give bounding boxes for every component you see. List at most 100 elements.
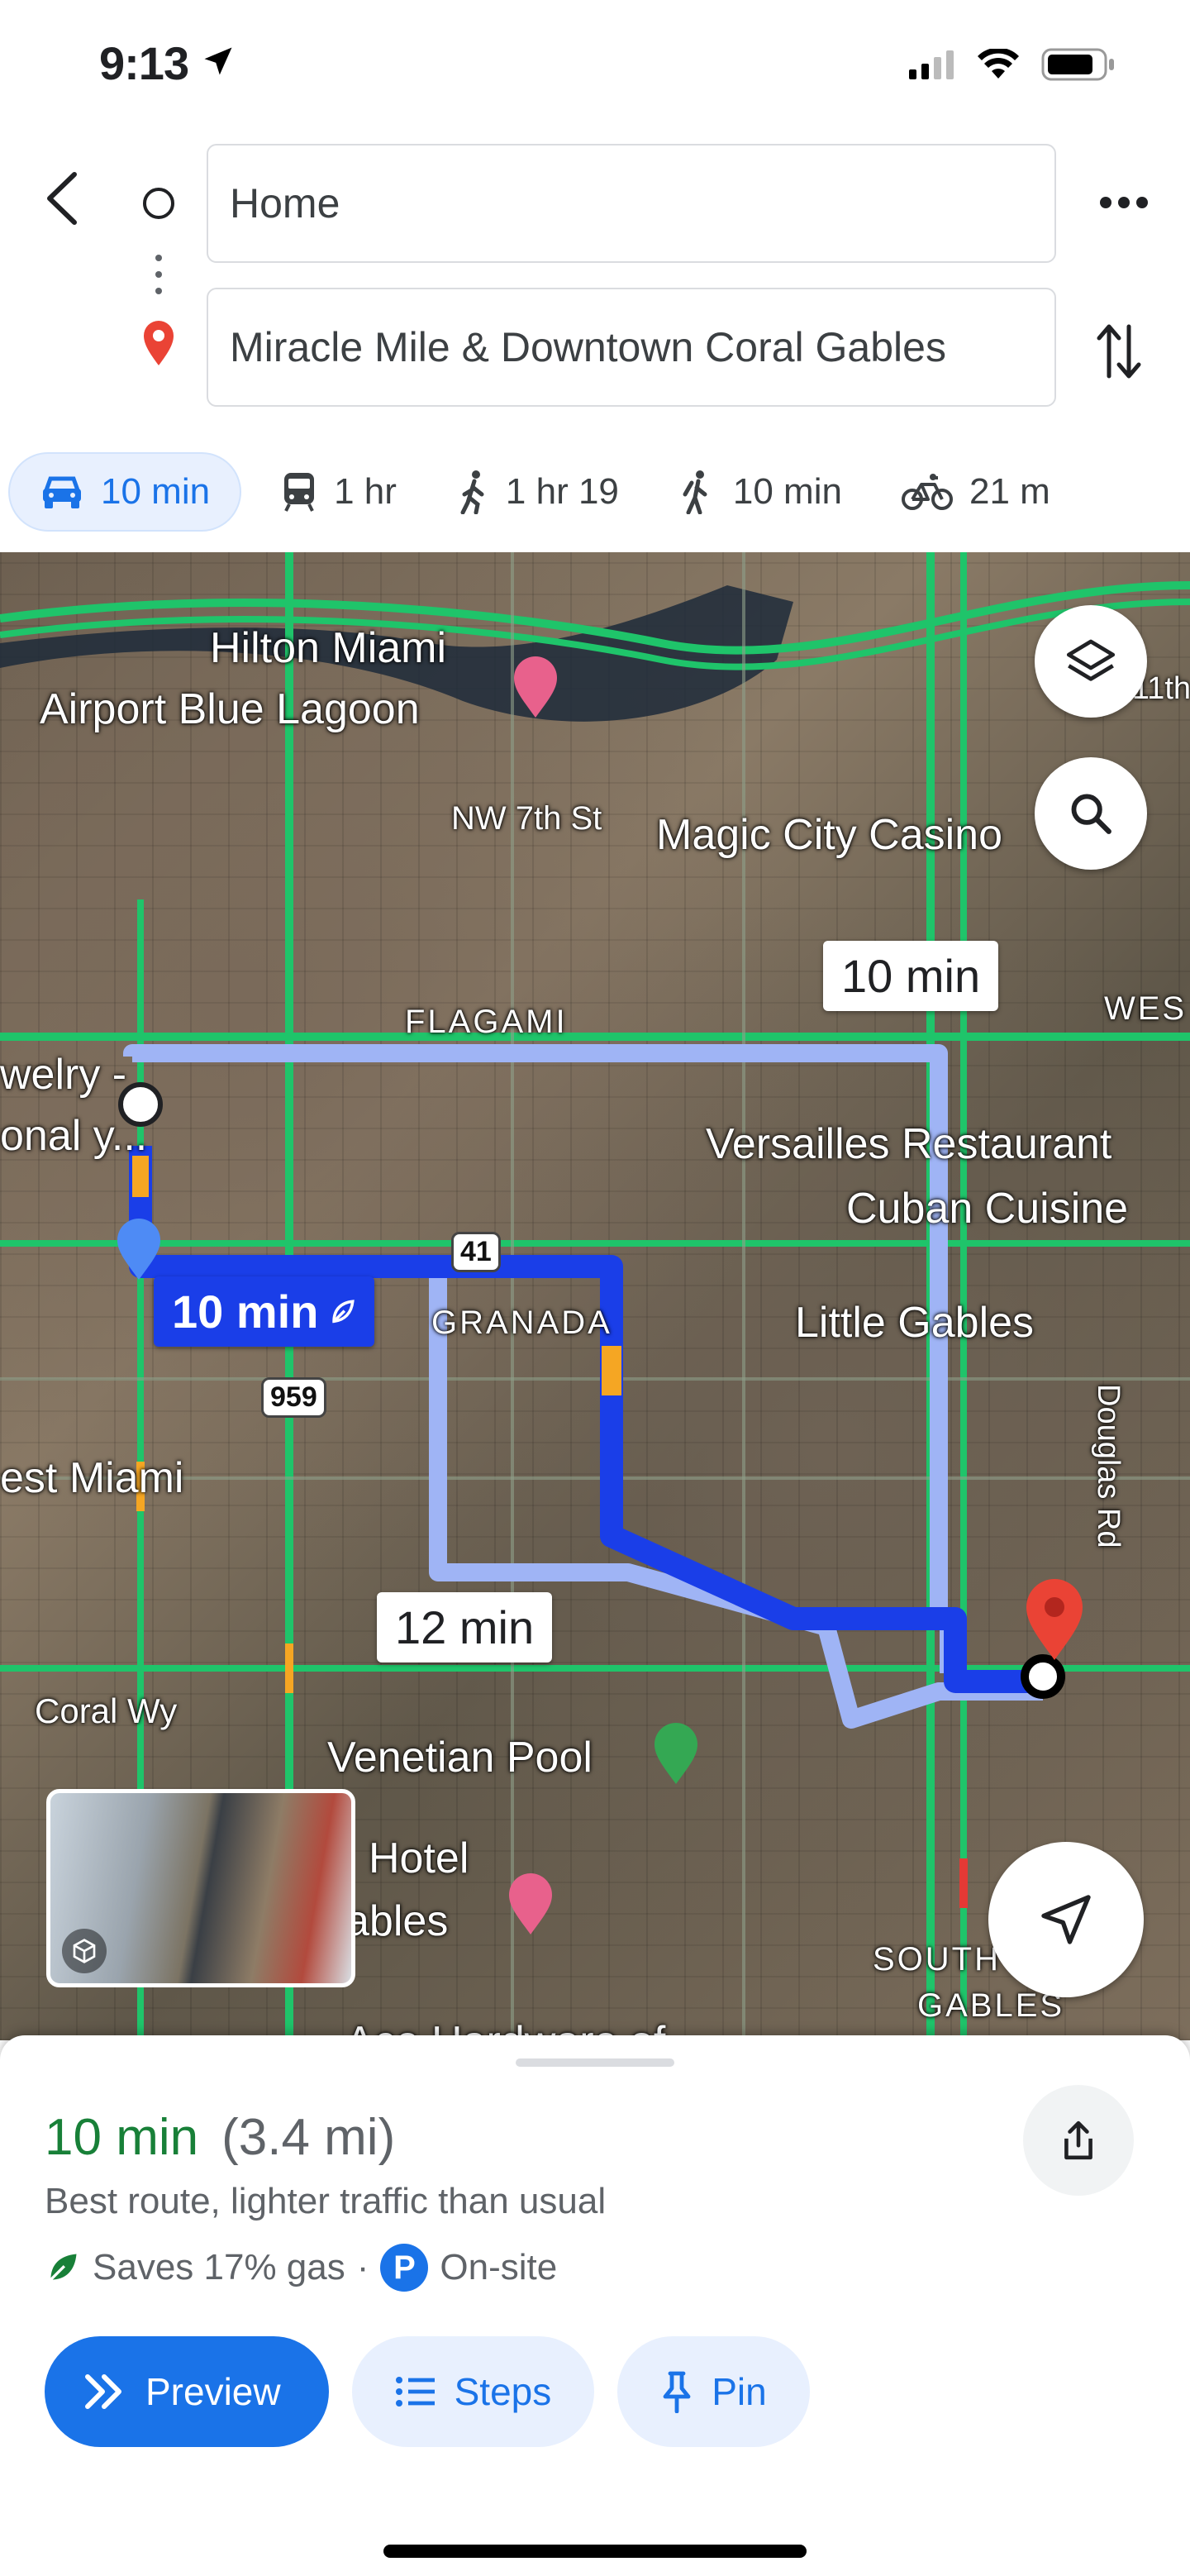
swap-route-button[interactable] <box>1086 314 1152 389</box>
tab-walk[interactable]: 1 hr 19 <box>436 452 639 532</box>
eta-distance: (3.4 mi) <box>221 2109 396 2166</box>
park-pin-icon <box>654 1723 697 1784</box>
street-view-thumbnail[interactable] <box>46 1789 355 1987</box>
highway-shield: 41 <box>451 1232 501 1272</box>
route-connector <box>140 182 177 384</box>
preview-button[interactable]: Preview <box>45 2336 329 2447</box>
search-along-route-button[interactable] <box>1035 757 1147 870</box>
share-icon <box>1064 2120 1092 2160</box>
back-button[interactable] <box>36 165 86 231</box>
destination-field[interactable]: Miracle Mile & Downtown Coral Gables <box>207 288 1056 407</box>
tab-walk-label: 1 hr 19 <box>505 471 619 512</box>
highway-number: 41 <box>460 1236 492 1267</box>
alt-route-time: 12 min <box>395 1601 535 1653</box>
steps-button[interactable]: Steps <box>351 2336 595 2447</box>
battery-icon <box>1041 48 1116 85</box>
origin-value: Home <box>230 180 340 227</box>
chevron-left-icon <box>47 172 77 225</box>
car-icon <box>40 474 84 510</box>
swap-vertical-icon <box>1097 324 1141 379</box>
alt-route-time: 10 min <box>841 950 981 1002</box>
more-options-button[interactable] <box>1091 174 1157 231</box>
eco-leaf-icon <box>332 1299 355 1323</box>
destination-pin-icon <box>1026 1579 1083 1660</box>
street-label: Coral Wy <box>35 1691 178 1730</box>
street-view-cube-icon <box>62 1929 107 1973</box>
poi-label[interactable]: Venetian Pool <box>327 1733 593 1782</box>
pin-icon <box>663 2371 691 2413</box>
poi-label[interactable]: onal y... <box>0 1111 147 1161</box>
status-indicators <box>909 47 1116 85</box>
destination-pin-icon <box>144 321 174 365</box>
hotel-pin-icon-2 <box>509 1873 552 1934</box>
neighborhood-label: Little Gables <box>795 1299 1035 1347</box>
separator: · <box>356 2247 369 2287</box>
poi-label[interactable]: ables <box>345 1896 448 1946</box>
layers-button[interactable] <box>1035 605 1147 718</box>
eta-summary: 10 min (3.4 mi) <box>45 2108 395 2167</box>
poi-label[interactable]: welry - <box>0 1050 126 1100</box>
status-bar: 9:13 <box>0 0 1190 132</box>
route-extras: Saves 17% gas · P On-site <box>45 2244 557 2292</box>
street-label: NW 7th St <box>451 800 602 837</box>
location-arrow-icon <box>200 36 236 90</box>
tab-drive[interactable]: 10 min <box>8 452 242 532</box>
neighborhood-label: GRANADA <box>431 1305 612 1341</box>
double-chevron-right-icon <box>85 2374 121 2409</box>
tab-transit[interactable]: 1 hr <box>261 452 416 532</box>
poi-label[interactable]: Hotel <box>369 1834 469 1883</box>
primary-route-bubble[interactable]: 10 min <box>154 1276 375 1347</box>
transit-icon <box>281 471 317 513</box>
tab-bike-label: 21 m <box>969 471 1050 512</box>
map-view[interactable]: Hilton Miami Airport Blue Lagoon NW 7th … <box>0 552 1190 2040</box>
eta-time: 10 min <box>45 2109 199 2166</box>
sheet-drag-handle[interactable] <box>516 2058 674 2067</box>
status-time: 9:13 <box>99 37 189 89</box>
navigation-arrow-icon <box>1041 1895 1091 1944</box>
travel-mode-tabs: 10 min 1 hr 1 hr 19 10 min 21 m <box>0 446 1190 537</box>
cellular-signal-icon <box>909 50 955 83</box>
home-indicator <box>383 2545 807 2558</box>
bike-icon <box>901 473 953 511</box>
pin-label: Pin <box>712 2370 767 2413</box>
poi-label[interactable]: Hilton Miami <box>210 623 446 673</box>
route-actions: Preview Steps Pin <box>45 2336 810 2447</box>
gas-savings: Saves 17% gas <box>93 2247 345 2287</box>
recenter-button[interactable] <box>988 1842 1144 1997</box>
steps-label: Steps <box>454 2370 552 2413</box>
alt-route-bubble[interactable]: 12 min <box>377 1592 553 1662</box>
poi-label[interactable]: Airport Blue Lagoon <box>40 685 420 734</box>
alt-route-bubble[interactable]: 10 min <box>823 941 999 1011</box>
neighborhood-label: FLAGAMI <box>405 1004 568 1040</box>
neighborhood-label: WES <box>1104 990 1188 1027</box>
more-horizontal-icon <box>1100 197 1148 208</box>
share-button[interactable] <box>1023 2085 1134 2196</box>
rideshare-icon <box>678 470 716 514</box>
street-label: Douglas Rd <box>1091 1384 1126 1548</box>
highway-shield: 959 <box>261 1377 326 1418</box>
status-time-group: 9:13 <box>99 36 236 90</box>
primary-route-time: 10 min <box>172 1286 319 1338</box>
tab-bike[interactable]: 21 m <box>882 452 1070 532</box>
poi-label[interactable]: Cuban Cuisine <box>846 1184 1128 1233</box>
tab-rideshare[interactable]: 10 min <box>659 452 862 532</box>
eco-leaf-icon <box>50 2254 77 2281</box>
pin-button[interactable]: Pin <box>617 2336 810 2447</box>
destination-value: Miracle Mile & Downtown Coral Gables <box>230 324 946 370</box>
preview-label: Preview <box>145 2370 281 2413</box>
layers-icon <box>1066 639 1116 681</box>
wifi-icon <box>977 47 1020 84</box>
walk-icon <box>456 470 489 514</box>
list-icon <box>395 2377 435 2407</box>
neighborhood-label: SOUTH <box>873 1941 1001 1977</box>
poi-label[interactable]: Magic City Casino <box>656 810 1002 860</box>
origin-field[interactable]: Home <box>207 144 1056 263</box>
highway-number: 959 <box>270 1381 317 1413</box>
city-label: est Miami <box>0 1454 184 1502</box>
route-details-sheet[interactable]: 10 min (3.4 mi) Best route, lighter traf… <box>0 2035 1190 2576</box>
tab-rideshare-label: 10 min <box>732 471 842 512</box>
search-icon <box>1071 794 1111 834</box>
route-description: Best route, lighter traffic than usual <box>45 2181 607 2221</box>
origin-circle-icon <box>143 188 174 219</box>
poi-label[interactable]: Versailles Restaurant <box>706 1119 1111 1169</box>
